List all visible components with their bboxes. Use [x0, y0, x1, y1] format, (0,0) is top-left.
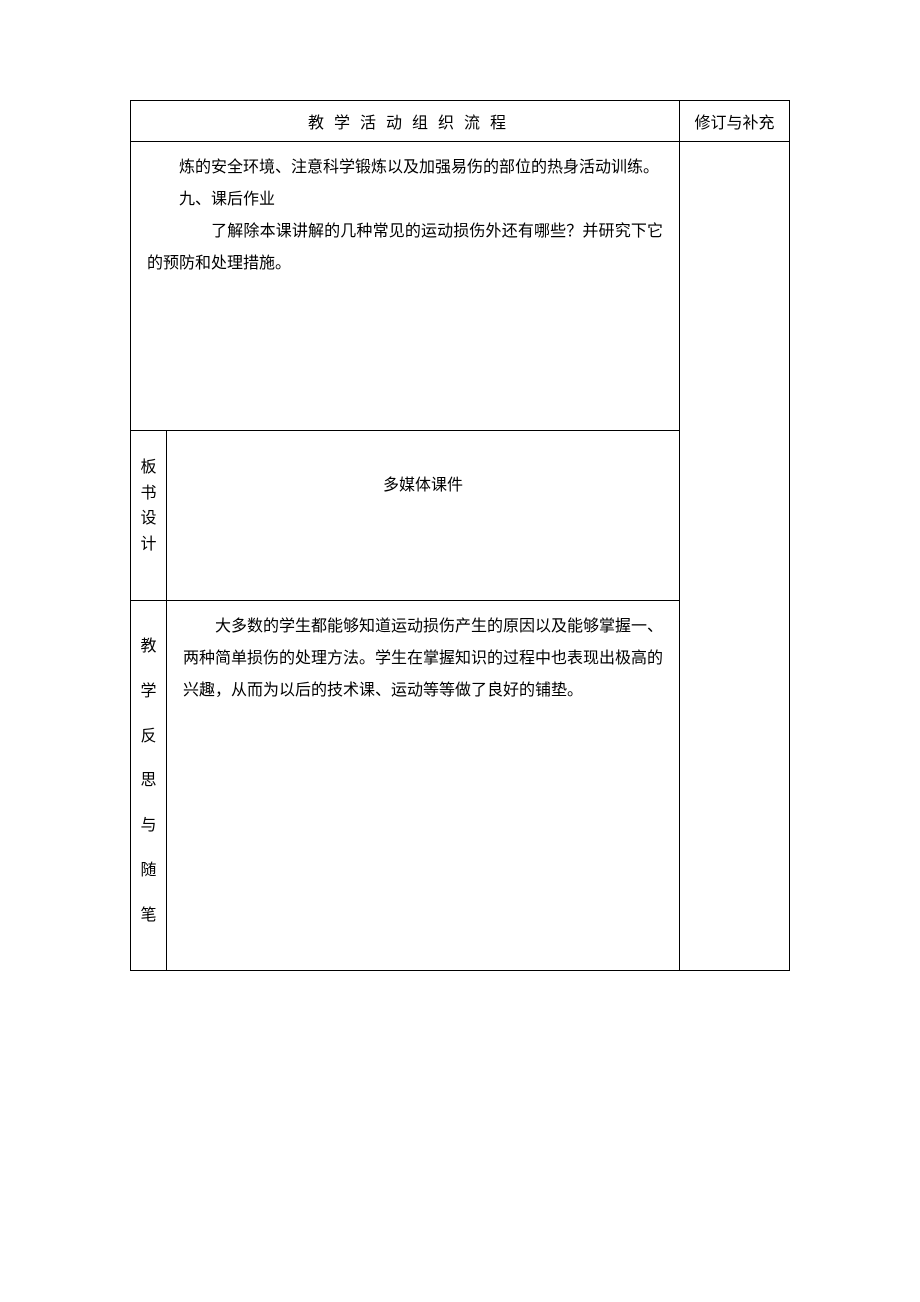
- sidebar-notes-cell: [680, 142, 790, 971]
- reflection-label: 教学反思与随笔: [131, 601, 167, 971]
- activity-content-cell: 炼的安全环境、注意科学锻炼以及加强易伤的部位的热身活动训练。 九、课后作业 了解…: [131, 142, 680, 431]
- content-spacer: [147, 280, 663, 420]
- lesson-plan-table: 教学活动组织流程 修订与补充 炼的安全环境、注意科学锻炼以及加强易伤的部位的热身…: [130, 100, 790, 971]
- board-design-label-text: 板书设计: [140, 459, 156, 553]
- header-main: 教学活动组织流程: [131, 101, 680, 142]
- reflection-text: 大多数的学生都能够知道运动损伤产生的原因以及能够掌握一、两种简单损伤的处理方法。…: [183, 611, 663, 707]
- header-row: 教学活动组织流程 修订与补充: [131, 101, 790, 142]
- content-p2: 九、课后作业: [147, 184, 663, 216]
- header-sidebar-text: 修订与补充: [694, 115, 774, 132]
- header-sidebar: 修订与补充: [680, 101, 790, 142]
- board-design-label: 板书设计: [131, 431, 167, 601]
- board-design-content: 多媒体课件: [167, 431, 680, 601]
- content-p3: 了解除本课讲解的几种常见的运动损伤外还有哪些？并研究下它的预防和处理措施。: [147, 216, 663, 280]
- board-design-text: 多媒体课件: [383, 477, 463, 494]
- header-main-text: 教学活动组织流程: [294, 115, 516, 132]
- reflection-content: 大多数的学生都能够知道运动损伤产生的原因以及能够掌握一、两种简单损伤的处理方法。…: [167, 601, 680, 971]
- content-p1: 炼的安全环境、注意科学锻炼以及加强易伤的部位的热身活动训练。: [147, 152, 663, 184]
- reflection-label-text: 教学反思与随笔: [140, 638, 156, 924]
- content-row-1: 炼的安全环境、注意科学锻炼以及加强易伤的部位的热身活动训练。 九、课后作业 了解…: [131, 142, 790, 431]
